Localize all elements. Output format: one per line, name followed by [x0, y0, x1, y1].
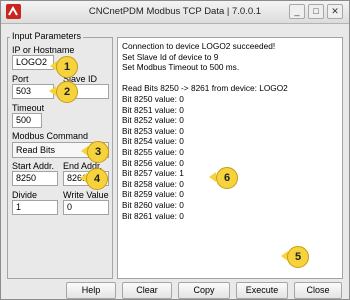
divide-label: Divide [12, 190, 38, 200]
callout-6-pointer [209, 172, 216, 182]
log-line: Read Bits 8250 -> 8261 from device: LOGO… [122, 83, 288, 94]
callout-2: 2 [56, 81, 78, 103]
write-value-label: Write Value [63, 190, 109, 200]
execute-button[interactable]: Execute [236, 282, 288, 299]
log-line: Set Slave Id of device to 9 [122, 51, 219, 62]
log-line: Bit 8250 value: 0 [122, 93, 184, 104]
copy-button[interactable]: Copy [178, 282, 230, 299]
ip-label: IP or Hostname [12, 45, 75, 55]
callout-4: 4 [86, 168, 108, 190]
port-input[interactable]: 503 [12, 84, 54, 99]
log-line: Bit 8255 value: 0 [122, 146, 184, 157]
modbus-command-value: Read Bits [16, 145, 56, 155]
callout-3: 3 [87, 141, 109, 163]
help-button[interactable]: Help [66, 282, 116, 299]
button-bar: Help Clear Copy Execute Close [1, 282, 349, 299]
start-address-label: Start Addr. [12, 161, 55, 171]
callout-2-pointer [49, 86, 56, 96]
maximize-button[interactable]: □ [308, 4, 324, 19]
port-label: Port [12, 74, 29, 84]
log-line: Bit 8253 value: 0 [122, 125, 184, 136]
output-log[interactable]: Connection to device LOGO2 succeeded! Set… [117, 37, 343, 279]
minimize-button[interactable]: _ [289, 4, 305, 19]
log-line: Connection to device LOGO2 succeeded! [122, 41, 276, 51]
clear-button[interactable]: Clear [122, 282, 172, 299]
log-line: Bit 8251 value: 0 [122, 104, 184, 115]
modbus-command-label: Modbus Command [12, 131, 89, 141]
title-bar: CNCnetPDM Modbus TCP Data | 7.0.0.1 _ □ … [1, 1, 349, 24]
callout-5: 5 [287, 246, 309, 268]
timeout-label: Timeout [12, 103, 45, 113]
callout-1: 1 [56, 56, 78, 78]
log-line: Bit 8260 value: 0 [122, 199, 184, 210]
close-button[interactable]: Close [294, 282, 342, 299]
callout-6: 6 [216, 167, 238, 189]
timeout-input[interactable]: 500 [12, 113, 42, 128]
log-line: Bit 8261 value: 0 [122, 210, 184, 221]
ip-hostname-input[interactable]: LOGO2 [12, 55, 54, 70]
log-line: Bit 8259 value: 0 [122, 189, 184, 200]
divide-input[interactable]: 1 [12, 200, 58, 215]
input-parameters-title: Input Parameters [10, 31, 84, 41]
log-line: Set Modbus Timeout to 500 ms. [122, 62, 240, 73]
write-value-input[interactable]: 0 [63, 200, 109, 215]
start-address-input[interactable]: 8250 [12, 171, 58, 186]
close-window-button[interactable]: ✕ [327, 4, 343, 19]
log-line: Bit 8254 value: 0 [122, 136, 184, 147]
log-line: Bit 8252 value: 0 [122, 115, 184, 126]
